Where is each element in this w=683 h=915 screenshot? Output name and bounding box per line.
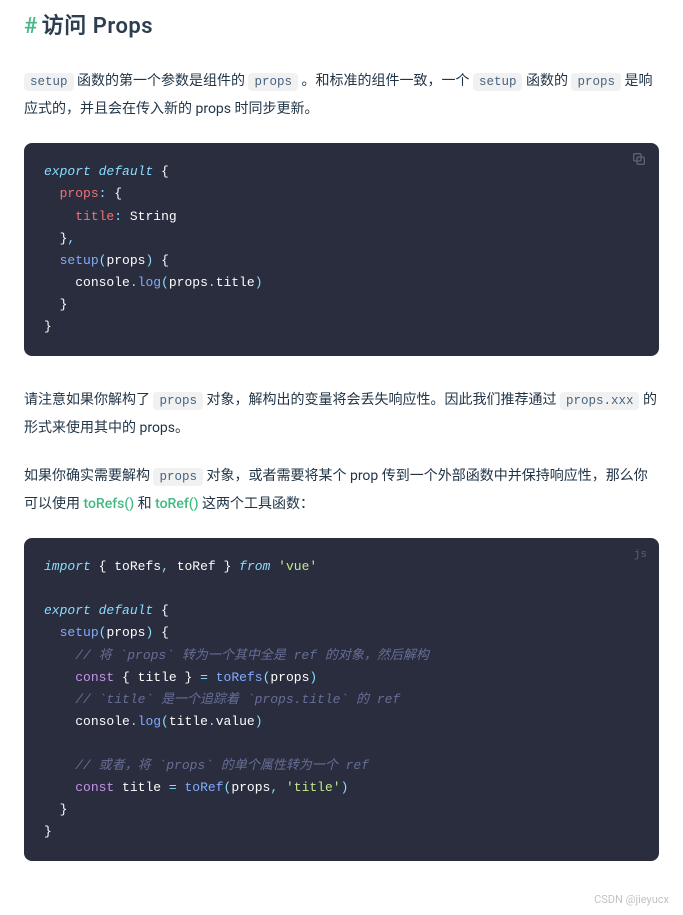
inline-code-setup: setup	[24, 73, 74, 91]
inline-code-setup: setup	[473, 73, 523, 91]
section-heading: #访问 Props	[24, 8, 659, 45]
inline-code-props: props	[248, 73, 298, 91]
inline-code-propsxxx: props.xxx	[560, 392, 640, 410]
paragraph-destructure-note: 请注意如果你解构了 props 对象，解构出的变量将会丢失响应性。因此我们推荐通…	[24, 386, 659, 442]
copy-icon[interactable]	[631, 151, 647, 167]
lang-tag: js	[634, 546, 647, 565]
watermark: CSDN @jieyucx	[594, 891, 669, 910]
link-torefs[interactable]: toRefs()	[83, 496, 134, 512]
code-block-1: export default { props: { title: String …	[24, 143, 659, 356]
inline-code-props: props	[153, 468, 203, 486]
paragraph-intro: setup 函数的第一个参数是组件的 props 。和标准的组件一致，一个 se…	[24, 67, 659, 123]
paragraph-torefs-intro: 如果你确实需要解构 props 对象，或者需要将某个 prop 传到一个外部函数…	[24, 462, 659, 518]
heading-hash[interactable]: #	[24, 14, 38, 39]
inline-code-props: props	[153, 392, 203, 410]
heading-title: 访问 Props	[42, 14, 153, 39]
inline-code-props: props	[571, 73, 621, 91]
link-toref[interactable]: toRef()	[155, 496, 198, 512]
code-block-2: jsimport { toRefs, toRef } from 'vue' ex…	[24, 538, 659, 861]
